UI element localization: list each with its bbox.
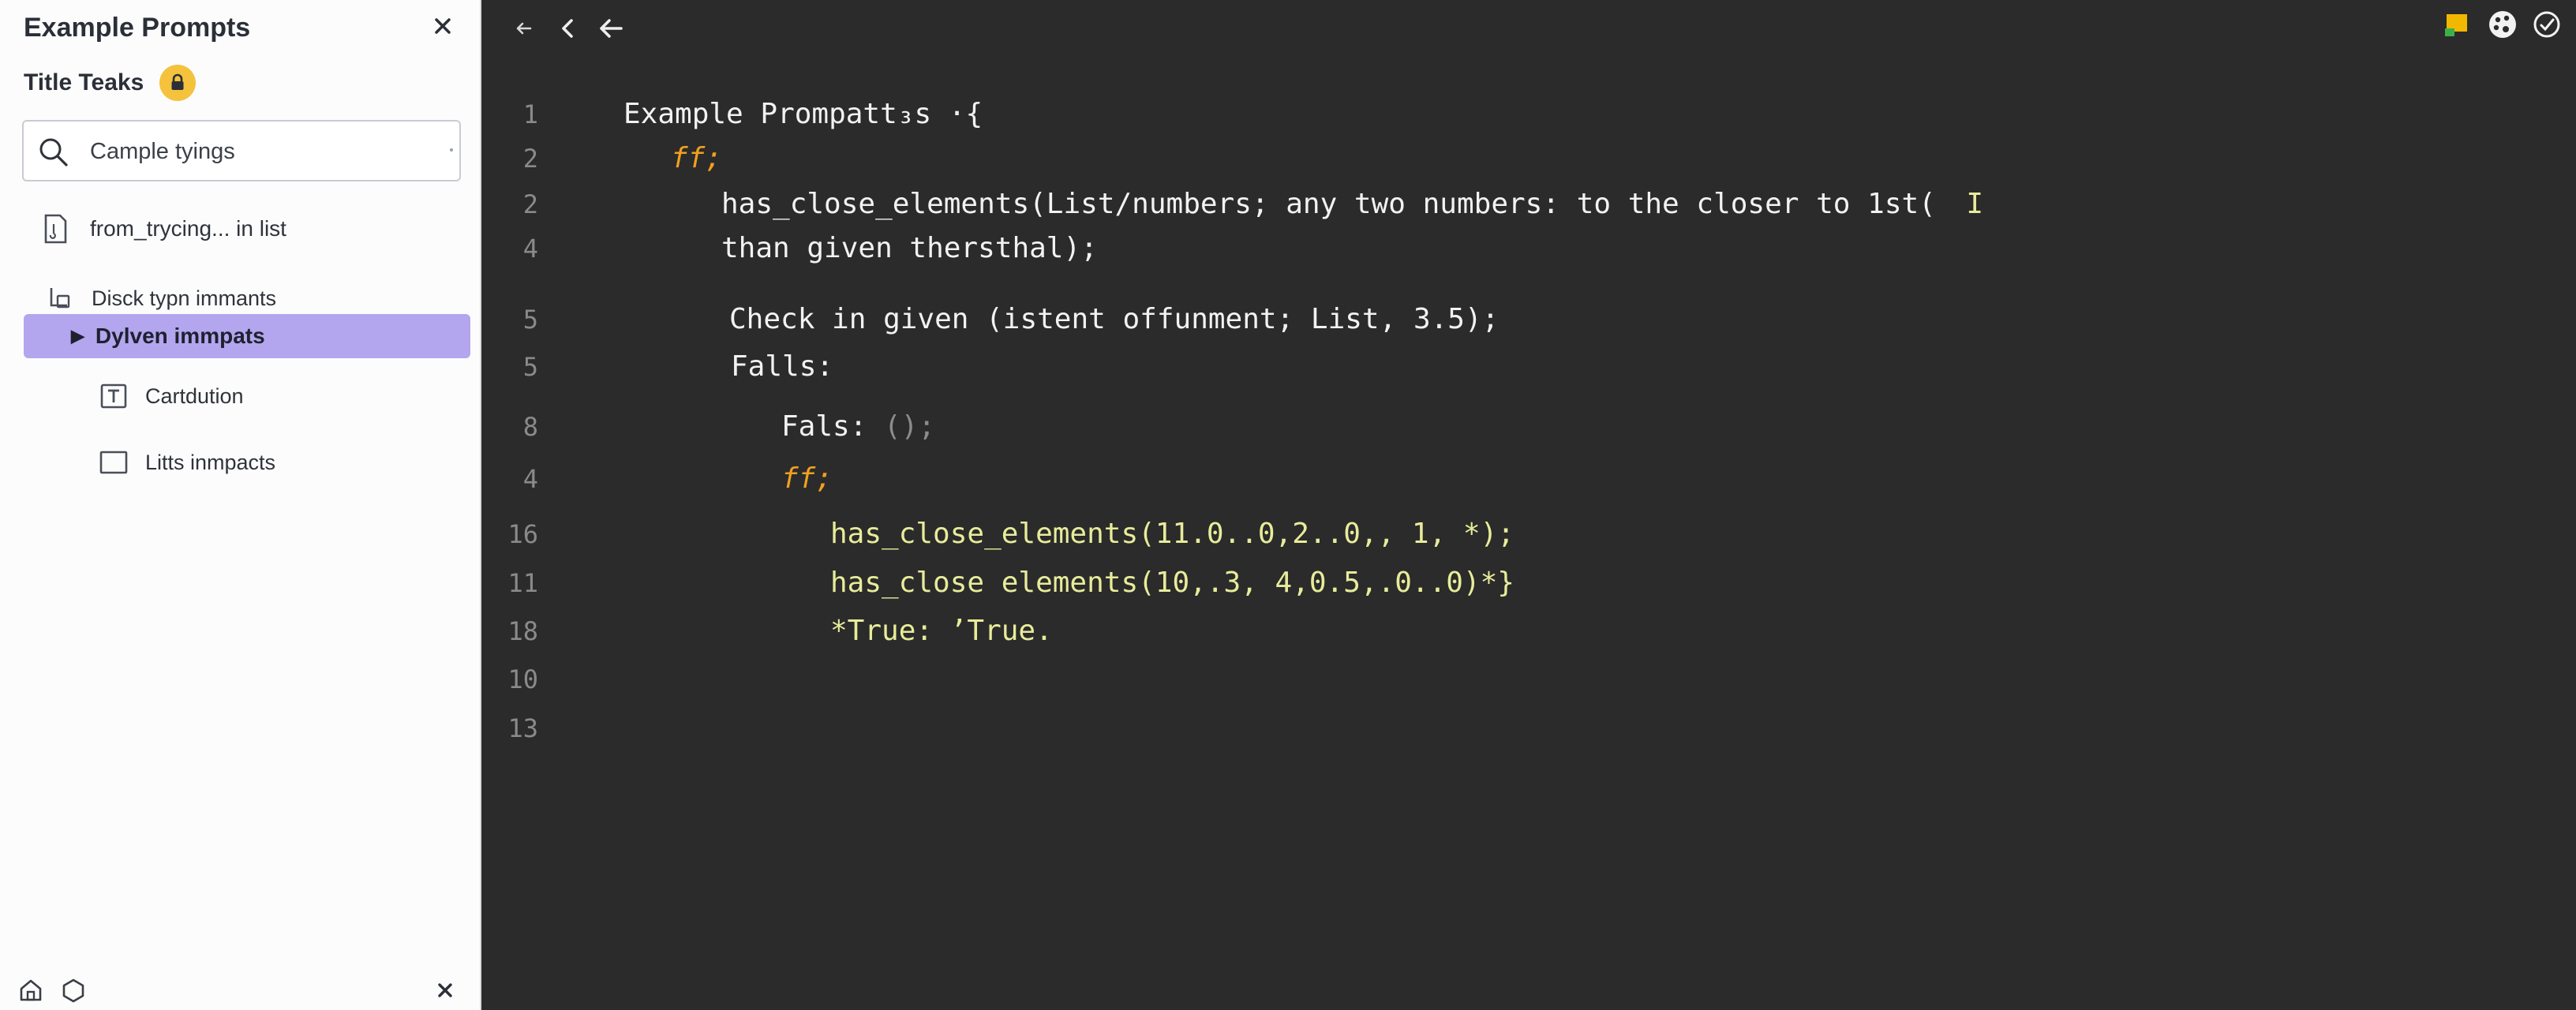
arrow-left-icon — [516, 22, 532, 35]
search-box — [22, 120, 461, 181]
sidebar: Example Prompts Title Teaks from_trycing… — [0, 0, 481, 1010]
color-swatch-icon — [2445, 14, 2467, 36]
text-cursor: I — [1932, 188, 1984, 220]
code-editor[interactable]: 1 Example Prompatt₃s ·{ 2 ff; 2 has_clos… — [481, 0, 2576, 1010]
list-item-litts-inmpacts[interactable]: Litts inmpacts — [98, 447, 275, 478]
code-line: 16 has_close_elements(11.0..0,2..0,, 1, … — [481, 514, 2576, 554]
code-line: 13 — [481, 709, 2576, 748]
caret-right-icon: ▶ — [71, 326, 84, 346]
code-line: 4 ff; — [481, 459, 2576, 499]
list-item-label: Disck typn immants — [92, 286, 277, 310]
list-item-cartdution[interactable]: Cartdution — [98, 380, 244, 412]
lock-badge[interactable] — [159, 65, 196, 101]
line-number: 11 — [507, 568, 538, 598]
highlight-toggle[interactable] — [2442, 11, 2470, 39]
code-line: 18 *True: ’True. — [481, 612, 2576, 651]
line-number: 4 — [522, 464, 538, 494]
line-number: 2 — [522, 189, 538, 219]
check-circle-icon — [2533, 11, 2560, 38]
line-number: 18 — [507, 616, 538, 646]
list-item-label: Dylven immpats — [95, 324, 265, 348]
arrow-left-icon — [600, 19, 623, 38]
close-footer-button[interactable] — [432, 977, 459, 1004]
code-line: 2 has_close_elements(List/numbers; any t… — [481, 185, 2576, 224]
code-line: 5 Falls: — [481, 347, 2576, 387]
search-clear-dot[interactable] — [450, 148, 453, 152]
search-icon — [39, 138, 68, 166]
check-button[interactable] — [2532, 9, 2560, 38]
close-icon — [438, 983, 452, 997]
line-number: 8 — [522, 412, 538, 442]
code-text: Falls: — [731, 350, 834, 383]
sidebar-title: Example Prompts — [24, 13, 251, 43]
back-button[interactable] — [597, 14, 625, 43]
list-item-label: Cartdution — [145, 383, 244, 408]
hexagon-icon — [62, 978, 84, 1003]
code-text: has_close_elements(11.0..0,2..0,, 1, *); — [830, 518, 1515, 550]
list-item-label: from_trycing... in list — [90, 216, 286, 241]
code-line: 2 ff; — [481, 139, 2576, 178]
code-line: 5 Check in given (istent offunment; List… — [481, 300, 2576, 339]
close-icon — [435, 18, 451, 34]
code-text: has_close elements(10,.3, 4,0.5,.0..0)*} — [830, 567, 1515, 599]
code-text: *True: ’True. — [830, 615, 1053, 647]
folder-branch-icon — [44, 282, 76, 314]
code-keyword: ff; — [781, 462, 833, 495]
code-line: 8 Fals: (); — [481, 407, 2576, 447]
home-button[interactable] — [17, 977, 44, 1004]
code-line: 11 has_close elements(10,.3, 4,0.5,.0..0… — [481, 563, 2576, 603]
home-icon — [20, 979, 42, 1001]
close-sidebar-button[interactable] — [429, 13, 456, 39]
palette-button[interactable] — [2488, 9, 2516, 38]
palette-icon — [2489, 11, 2516, 38]
line-number: 4 — [522, 234, 538, 264]
list-item-from-trycing[interactable]: from_trycing... in list — [39, 213, 286, 245]
line-number: 13 — [507, 713, 538, 743]
chevron-left-icon — [562, 19, 573, 38]
lock-icon — [171, 73, 184, 90]
code-punctuation: (); — [884, 410, 936, 443]
code-text: has_close_elements(List/numbers; any two… — [721, 188, 1936, 220]
line-number: 1 — [522, 99, 538, 129]
back-small-button[interactable] — [513, 14, 535, 43]
list-item-dylven-immpats[interactable]: ▶ Dylven immpats — [24, 314, 470, 358]
line-number: 2 — [522, 144, 538, 174]
code-text: than given thersthal); — [721, 232, 1098, 264]
list-item-label: Litts inmpacts — [145, 450, 276, 474]
list-item-disck-typn[interactable]: Disck typn immants — [44, 282, 276, 314]
file-icon — [39, 213, 71, 245]
text-box-icon — [98, 380, 129, 412]
code-line: 4 than given thersthal); — [481, 229, 2576, 268]
settings-button[interactable] — [60, 977, 87, 1004]
previous-button[interactable] — [557, 14, 579, 43]
code-text: Check in given (istent offunment; List, … — [729, 303, 1500, 335]
code-text: Example Prompatt₃s ·{ — [623, 98, 983, 130]
line-number: 5 — [522, 352, 538, 382]
square-icon — [98, 447, 129, 478]
line-number: 16 — [507, 519, 538, 549]
line-number: 5 — [522, 305, 538, 335]
sidebar-subtitle: Title Teaks — [24, 69, 144, 95]
code-line: 10 — [481, 660, 2576, 699]
code-text: Fals: — [781, 410, 885, 443]
line-number: 10 — [507, 664, 538, 694]
code-line: 1 Example Prompatt₃s ·{ — [481, 95, 2576, 134]
search-input[interactable] — [88, 131, 423, 172]
code-keyword: ff; — [671, 142, 723, 174]
